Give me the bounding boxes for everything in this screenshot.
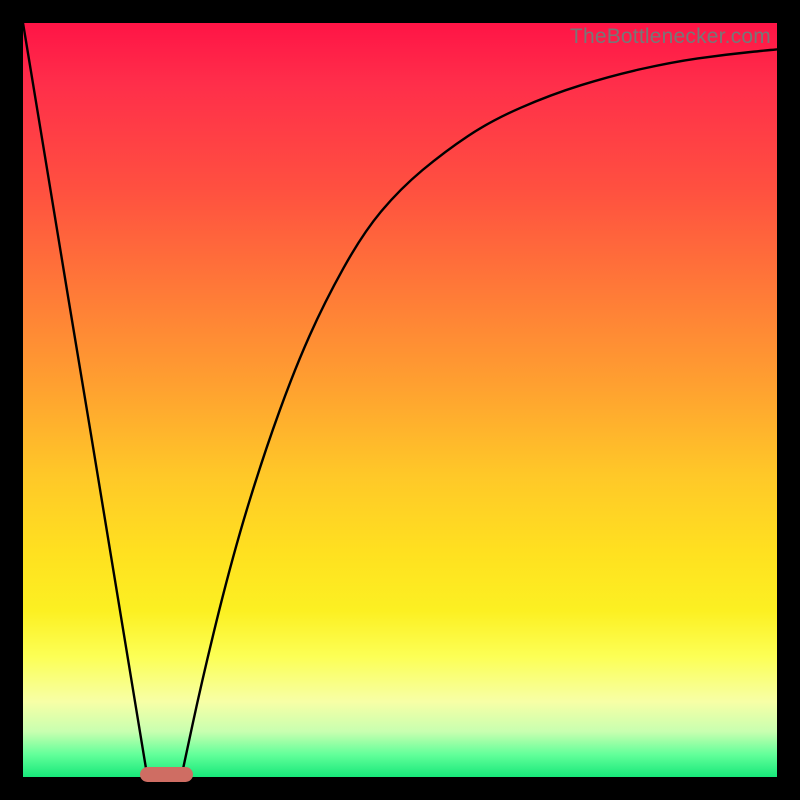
optimal-range-marker <box>140 767 193 782</box>
right-ascent-curve <box>181 49 777 777</box>
chart-frame: TheBottlenecker.com <box>0 0 800 800</box>
left-descent-line <box>23 23 147 777</box>
curve-layer <box>23 23 777 777</box>
plot-area: TheBottlenecker.com <box>23 23 777 777</box>
